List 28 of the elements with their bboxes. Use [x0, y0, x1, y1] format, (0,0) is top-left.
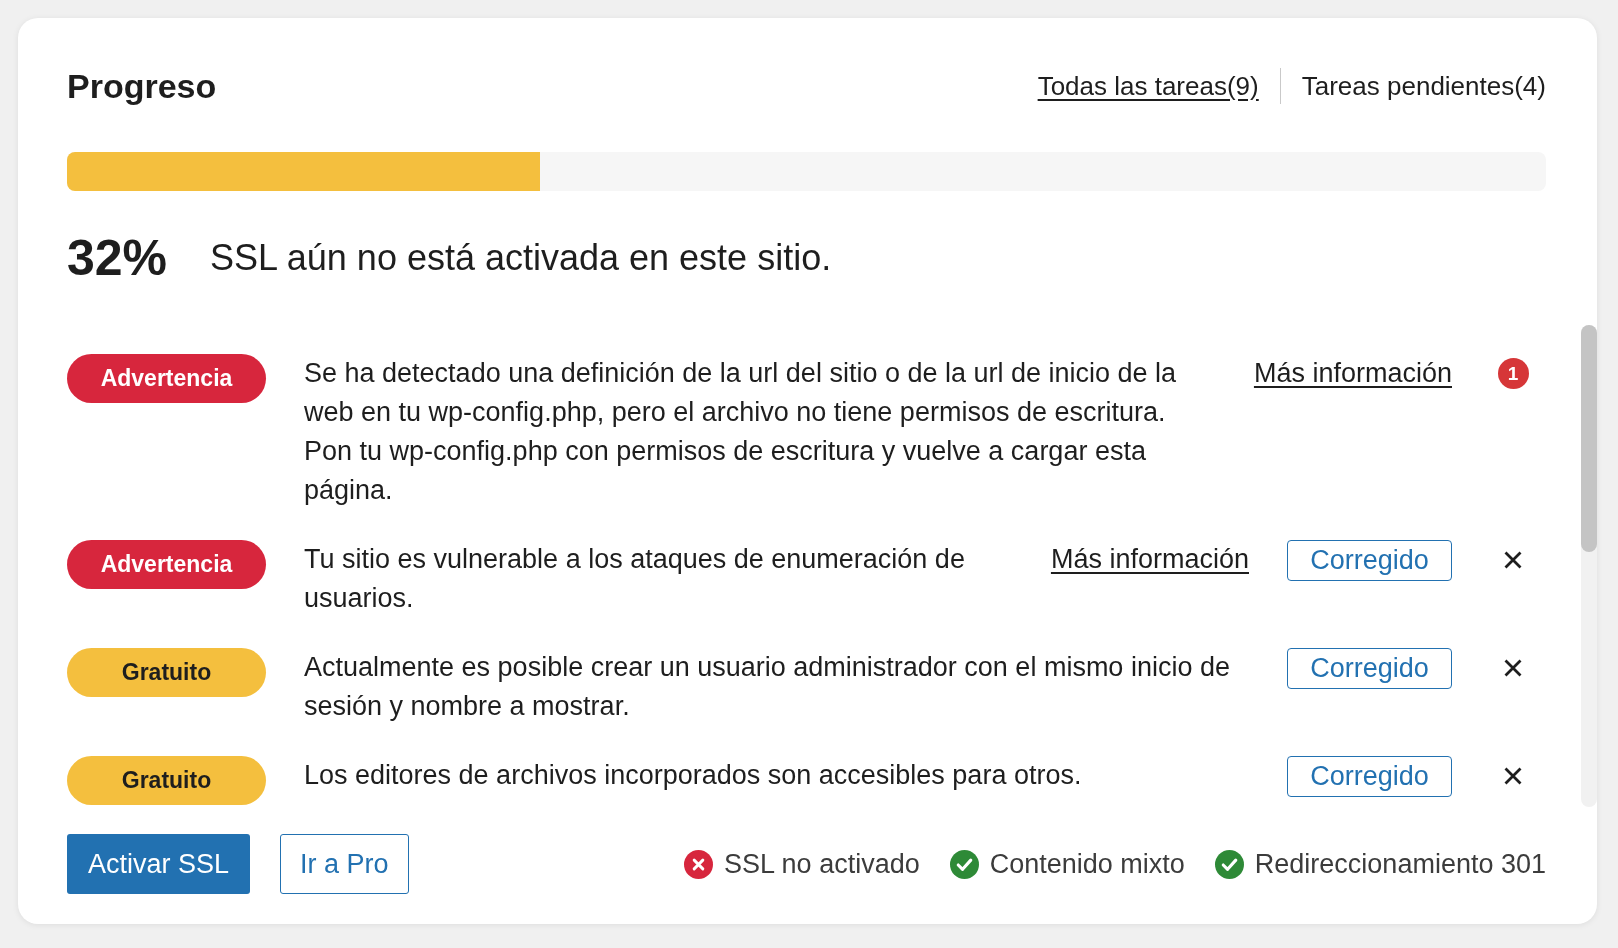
task-tag: Advertencia: [67, 540, 266, 589]
status-label: Contenido mixto: [989, 848, 1185, 881]
scrollbar-thumb[interactable]: [1581, 325, 1597, 552]
task-tag: Gratuito: [67, 648, 266, 697]
close-icon[interactable]: [1504, 766, 1522, 785]
close-icon[interactable]: [1504, 550, 1522, 569]
fixed-button[interactable]: Corregido: [1287, 756, 1452, 797]
task-description: Los editores de archivos incorporados son accesibles para otros.: [304, 759, 1083, 792]
progress-percent: 32%: [67, 229, 168, 288]
status-label: SSL no activado: [724, 848, 920, 881]
task-description: Actualmente es posible crear un usuario administrador con el mismo inicio de sesión y nombre a mostrar.: [304, 651, 1231, 723]
filter-tab[interactable]: Tareas pendientes(4): [1301, 68, 1546, 104]
status-message: SSL aún no está activada en este sitio.: [210, 236, 832, 280]
more-info-link[interactable]: Más información: [1253, 354, 1452, 393]
close-icon[interactable]: [1504, 658, 1522, 677]
fixed-button[interactable]: Corregido: [1287, 540, 1452, 581]
more-info-link[interactable]: Más información: [1050, 540, 1249, 579]
filter-tab[interactable]: Todas las tareas(9): [1037, 68, 1259, 104]
outline-button[interactable]: Ir a Pro: [280, 834, 409, 894]
task-tag: Gratuito: [67, 756, 266, 805]
notification-count: 1: [1497, 358, 1529, 389]
fixed-button[interactable]: Corregido: [1287, 648, 1452, 689]
task-description: Tu sitio es vulnerable a los ataques de enumeración de usuarios.: [304, 543, 966, 615]
task-tag: Advertencia: [67, 354, 266, 403]
panel-title: Progreso: [67, 66, 217, 106]
task-description: Se ha detectado una definición de la url del sitio o de la url de inicio de la web en tu wp-config.php, pero el archivo no tiene permisos de escritura. Pon tu wp-config.php con permisos de escritura y vuelve a cargar esta página.: [304, 357, 1178, 507]
status-label: Redireccionamiento 301: [1254, 848, 1546, 881]
primary-button[interactable]: Activar SSL: [67, 834, 251, 894]
